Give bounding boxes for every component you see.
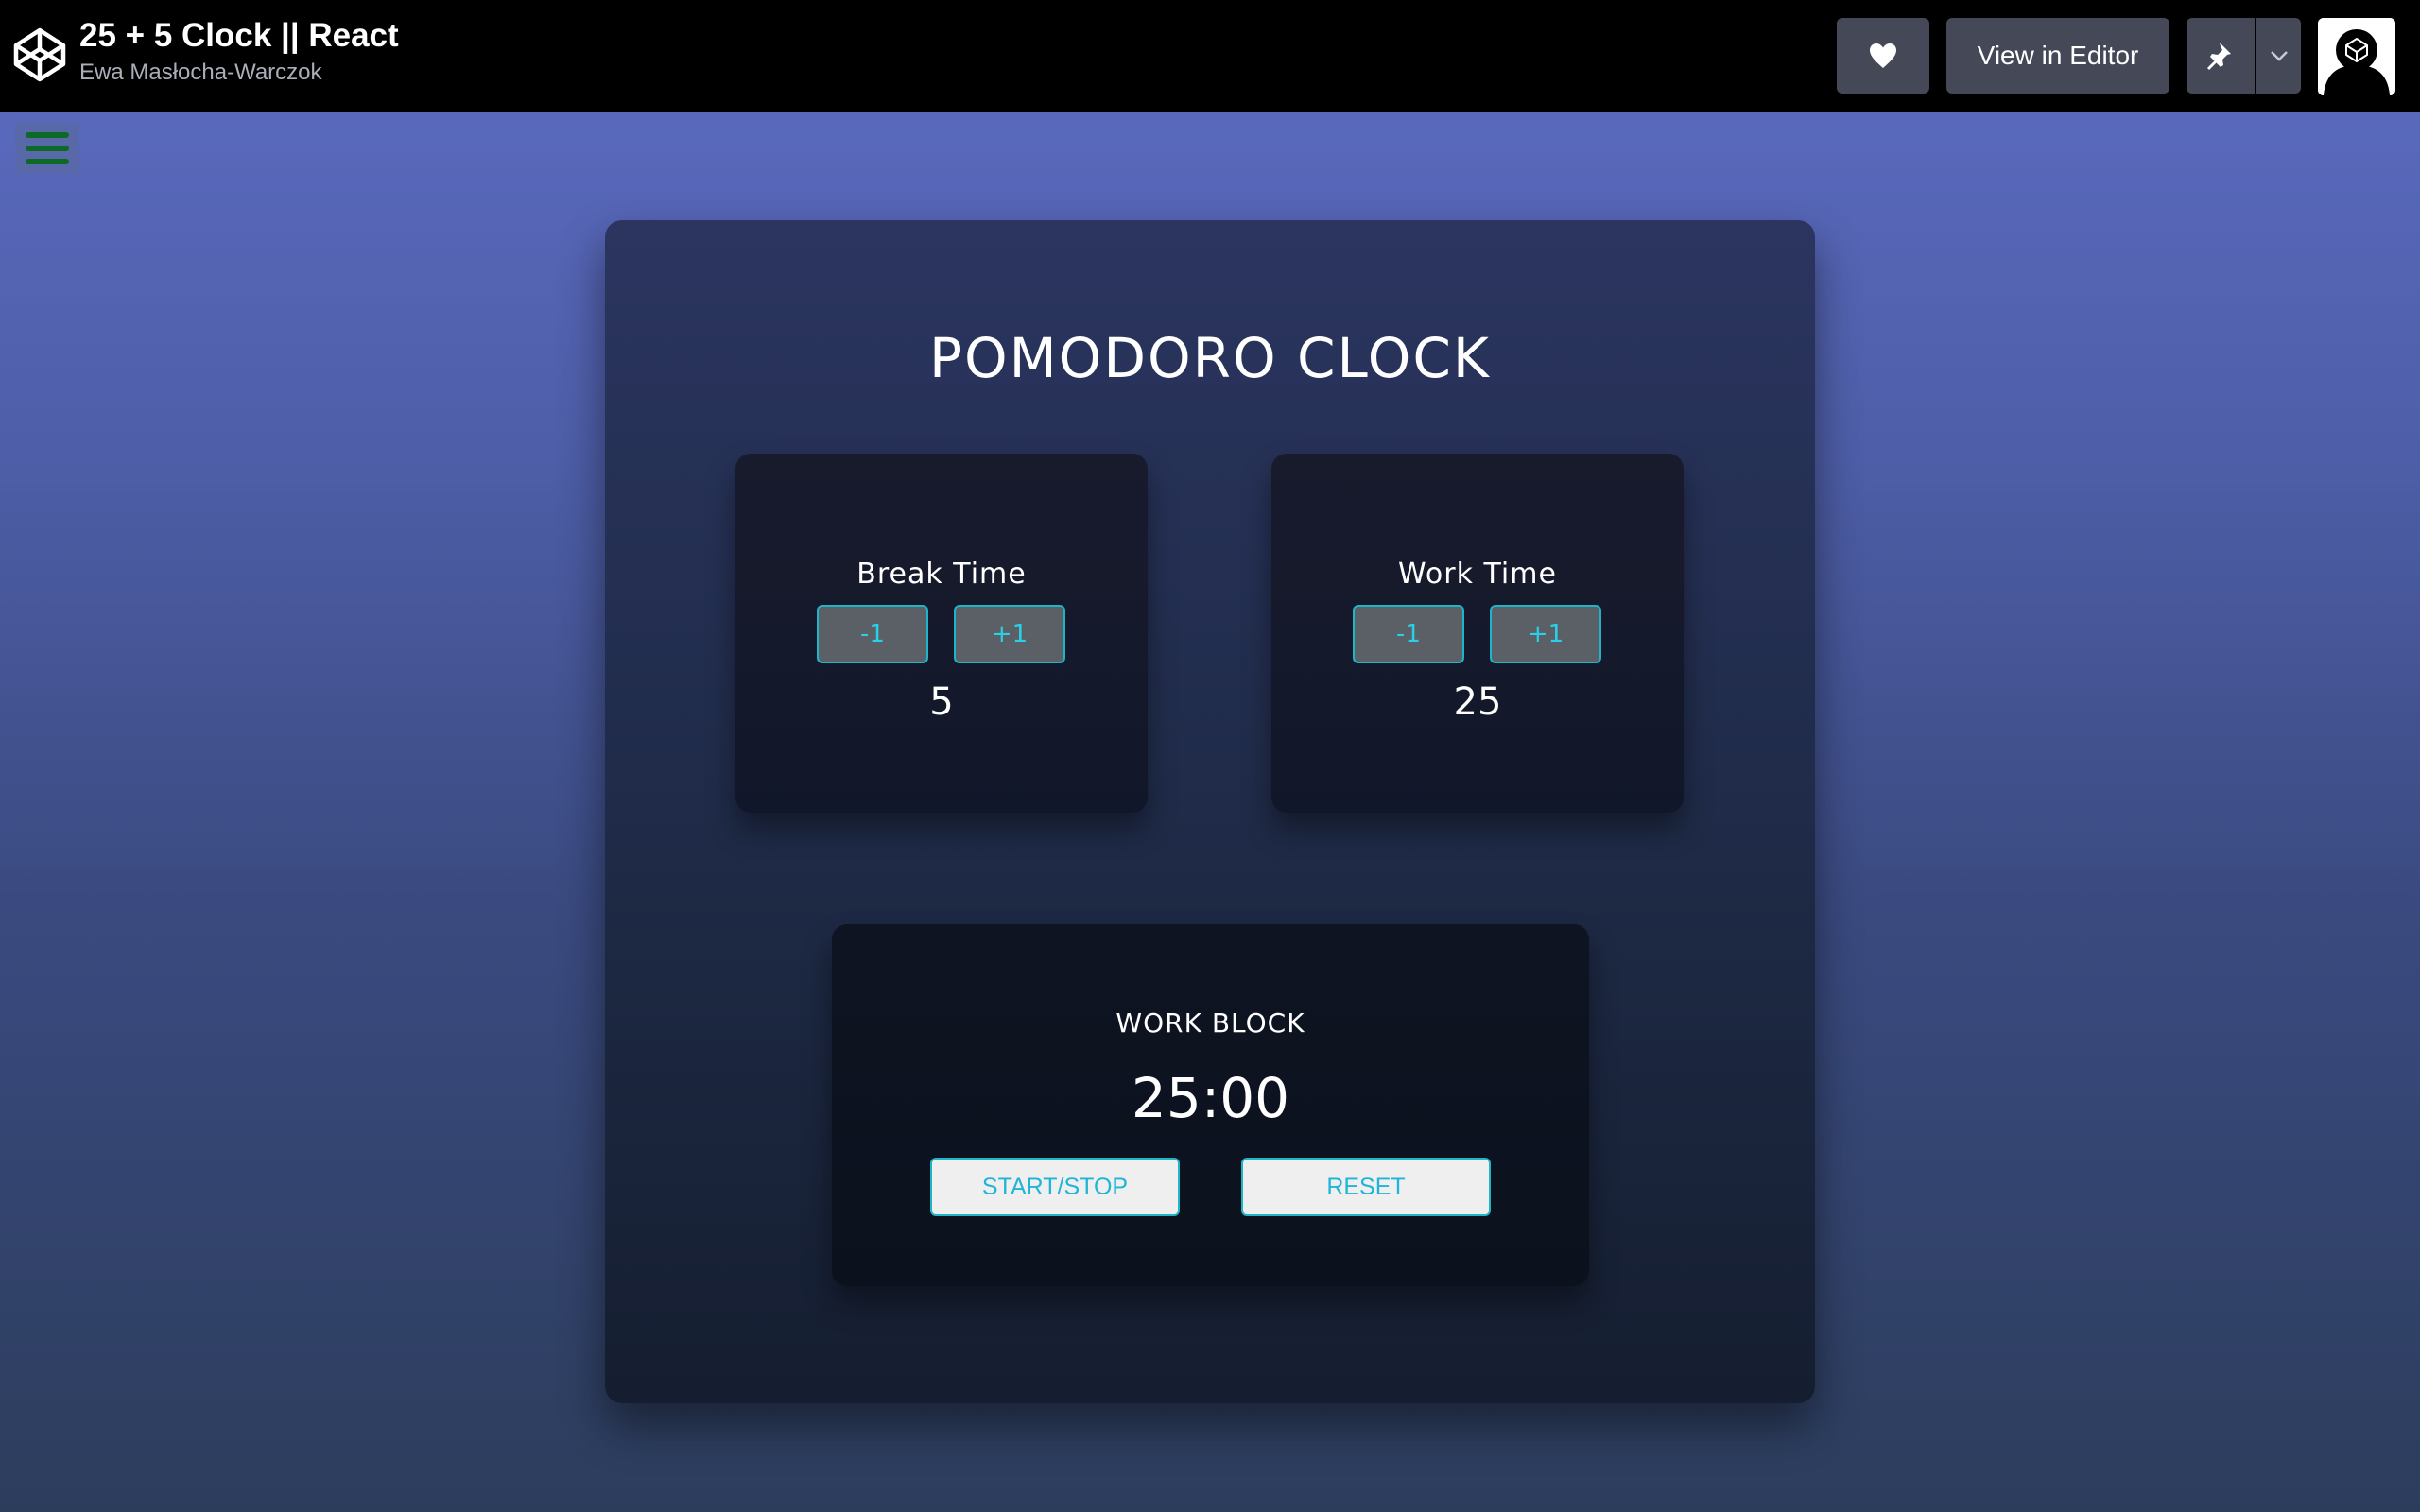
pin-button[interactable]: [2187, 18, 2255, 94]
pin-icon: [2207, 43, 2231, 70]
time-left-display: 25:00: [1131, 1066, 1290, 1130]
work-length-value: 25: [1453, 680, 1502, 724]
pomodoro-clock-card: POMODORO CLOCK Break Time -1 +1 5 Work T…: [605, 220, 1815, 1403]
view-in-editor-button[interactable]: View in Editor: [1946, 18, 2169, 94]
heart-icon: [1870, 43, 1896, 68]
timer-panel: WORK BLOCK 25:00 START/STOP RESET: [832, 924, 1589, 1286]
pen-author-link[interactable]: Ewa Masłocha-Warczok: [79, 59, 399, 87]
pin-options-dropdown[interactable]: [2256, 18, 2301, 94]
work-decrement-button[interactable]: -1: [1353, 605, 1464, 663]
pen-title: 25 + 5 Clock || React: [79, 17, 399, 54]
start-stop-button[interactable]: START/STOP: [930, 1158, 1180, 1216]
break-increment-button[interactable]: +1: [954, 605, 1065, 663]
hamburger-menu-icon[interactable]: [15, 123, 79, 174]
timer-label: WORK BLOCK: [1115, 1007, 1305, 1039]
work-increment-button[interactable]: +1: [1490, 605, 1601, 663]
chevron-down-icon: [2270, 51, 2288, 61]
avatar-icon: [2318, 18, 2395, 95]
work-time-label: Work Time: [1398, 558, 1557, 591]
work-time-panel: Work Time -1 +1 25: [1271, 454, 1684, 813]
break-time-panel: Break Time -1 +1 5: [735, 454, 1148, 813]
pen-title-block: 25 + 5 Clock || React Ewa Masłocha-Warcz…: [79, 15, 399, 87]
hamburger-line: [26, 159, 69, 164]
break-length-value: 5: [929, 680, 954, 724]
codepen-logo-icon[interactable]: [11, 25, 68, 85]
break-decrement-button[interactable]: -1: [817, 605, 928, 663]
top-header-bar: 25 + 5 Clock || React Ewa Masłocha-Warcz…: [0, 0, 2420, 112]
reset-button[interactable]: RESET: [1241, 1158, 1491, 1216]
hamburger-line: [26, 146, 69, 151]
user-avatar[interactable]: [2318, 18, 2395, 95]
love-button[interactable]: [1837, 18, 1929, 94]
hamburger-line: [26, 132, 69, 138]
break-time-label: Break Time: [856, 558, 1027, 591]
clock-title: POMODORO CLOCK: [929, 326, 1491, 390]
